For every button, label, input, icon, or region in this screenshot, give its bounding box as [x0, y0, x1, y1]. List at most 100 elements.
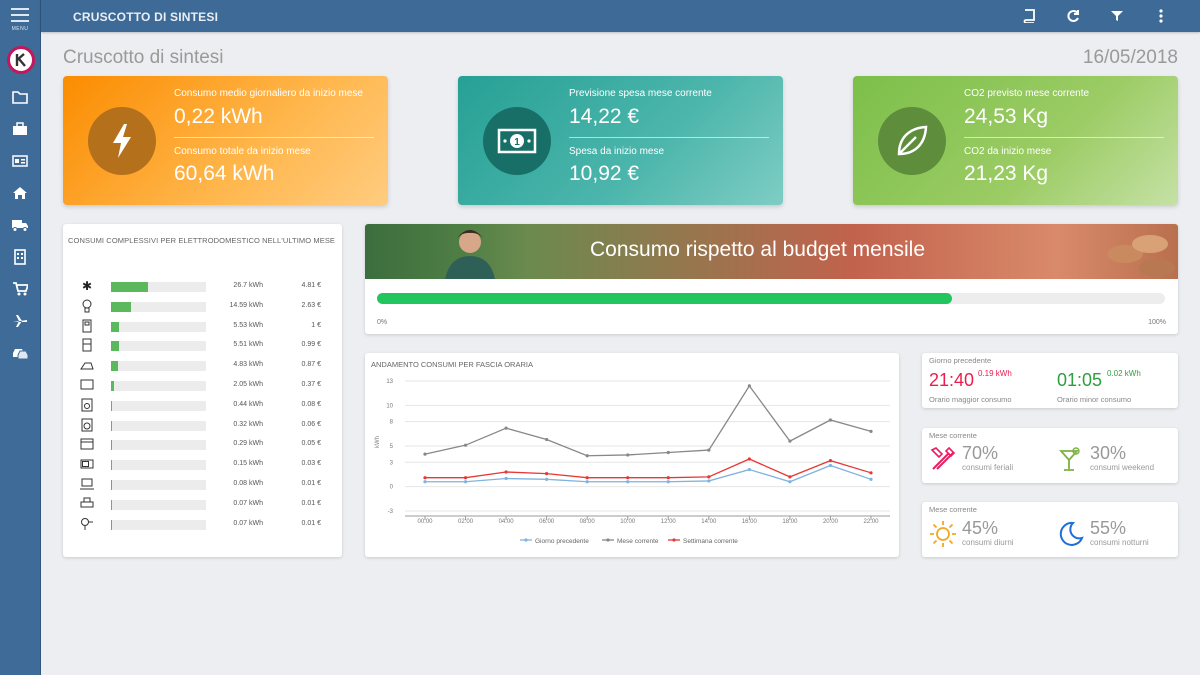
legend-label: Mese corrente [617, 538, 659, 545]
y-tick-label: 13 [386, 379, 393, 385]
building-icon[interactable] [10, 248, 30, 266]
consumption-kwh: 0.29 kWh [233, 440, 263, 448]
brand-logo[interactable] [7, 46, 35, 74]
kpi-label: CO2 previsto mese corrente [964, 88, 1090, 99]
previous-day-card: Giorno precedente 21:40 0.19 kWh Orario … [922, 353, 1178, 408]
data-point [828, 418, 833, 422]
page-date: 16/05/2018 [1082, 47, 1178, 68]
budget-title: Consumo rispetto al budget mensile [590, 238, 926, 261]
refresh-icon[interactable] [1065, 8, 1081, 24]
y-tick-label: 8 [390, 420, 394, 426]
appliance-row: 5.51 kWh 0.99 € [63, 338, 341, 354]
sidebar: MENU [0, 0, 41, 675]
consumption-bar-fill [111, 480, 113, 490]
cart-icon[interactable] [10, 280, 30, 298]
consumption-kwh: 0.44 kWh [233, 400, 263, 408]
legend-label: Settimana corrente [683, 538, 738, 545]
consumption-cost: 0.01 € [301, 499, 321, 507]
consumption-bar [111, 341, 206, 352]
x-tick-label: 08:00 [580, 519, 596, 525]
id-card-icon[interactable] [10, 152, 30, 170]
appliance-row: 0.07 kWh 0.01 € [63, 497, 341, 513]
data-point [585, 480, 589, 484]
consumption-kwh: 4.83 kWh [233, 361, 263, 369]
appliance-row: 14.59 kWh 2.63 € [63, 299, 341, 315]
appliance-row: 0.32 kWh 0.06 € [63, 418, 341, 434]
oven-icon [80, 437, 94, 451]
appliance-row: 0.08 kWh 0.01 € [63, 477, 341, 493]
tv-icon [80, 378, 94, 392]
banknote-icon: 1 [483, 107, 551, 175]
y-tick-label: 0 [390, 485, 394, 491]
home-icon[interactable] [10, 184, 30, 202]
card-header: Mese corrente [929, 505, 977, 514]
y-tick-label: 5 [390, 444, 394, 450]
consumption-bar-fill [111, 400, 113, 411]
filter-icon[interactable] [1109, 8, 1125, 24]
appliance-row: 4.83 kWh 0.87 € [63, 358, 341, 374]
x-tick-label: 20:00 [823, 519, 839, 525]
moon-icon [1059, 521, 1084, 546]
kpi-label: Spesa da inizio mese [569, 146, 665, 157]
cars-icon[interactable] [10, 344, 30, 362]
budget-progress-bar [377, 293, 1165, 304]
data-point [626, 476, 630, 480]
consumption-cost: 0.06 € [301, 420, 321, 428]
consumption-bar [111, 460, 206, 471]
data-point [666, 480, 670, 484]
data-point [666, 450, 670, 455]
data-point [666, 476, 670, 480]
day-percent: 45% [962, 518, 999, 538]
data-point [626, 453, 630, 457]
consumption-bar [111, 519, 206, 530]
data-point [869, 471, 873, 475]
briefcase-icon[interactable] [10, 120, 30, 138]
data-point [707, 475, 711, 479]
tools-icon [930, 446, 956, 470]
x-tick-label: 10:00 [620, 519, 636, 525]
weekend-percent: 30% [1090, 443, 1127, 463]
consumption-kwh: 14.59 kWh [229, 301, 263, 309]
page-title: Cruscotto di sintesi [63, 47, 224, 68]
weekday-weekend-card: Mese corrente 70% consumi feriali 30% co… [922, 428, 1178, 483]
y-axis-label: kWh [375, 436, 381, 448]
y-tick-label: 3 [390, 460, 394, 466]
coffee-machine-icon [80, 398, 94, 412]
coins-photo [1107, 235, 1175, 277]
airplane-icon[interactable] [10, 312, 30, 330]
asterisk-icon: ✱ [80, 279, 94, 293]
menu-button[interactable]: MENU [7, 8, 33, 32]
book-icon[interactable] [1021, 8, 1037, 24]
data-point [585, 476, 589, 480]
folder-icon[interactable] [10, 88, 30, 106]
printer-icon [80, 497, 94, 511]
app-title: CRUSCOTTO DI SINTESI [73, 10, 219, 24]
consumption-cost: 0.01 € [301, 519, 321, 527]
consumption-kwh: 0.07 kWh [233, 499, 263, 507]
day-night-card: Mese corrente 45% consumi diurni 55% con… [922, 502, 1178, 557]
min-consumption-time: 01:05 [1057, 370, 1103, 390]
x-tick-label: 14:00 [701, 519, 717, 525]
consumption-bar-fill [111, 282, 149, 292]
divider [964, 137, 1164, 138]
kpi-label: CO2 da inizio mese [964, 146, 1052, 157]
data-point [423, 480, 427, 484]
max-consumption-value: 0.19 kWh [978, 369, 1012, 378]
appliance-row: 5.53 kWh 1 € [63, 319, 341, 335]
top-bar: CRUSCOTTO DI SINTESI [41, 0, 1200, 32]
menu-label: MENU [11, 26, 29, 32]
x-tick-label: 18:00 [782, 519, 798, 525]
kpi-card-co2: CO2 previsto mese corrente 24,53 Kg CO2 … [853, 76, 1178, 205]
consumption-kwh: 0.15 kWh [233, 460, 263, 468]
more-vert-icon[interactable] [1153, 8, 1169, 24]
data-point [585, 454, 589, 458]
series-line [424, 384, 872, 457]
truck-icon[interactable] [10, 216, 30, 234]
washer-icon [80, 418, 94, 432]
x-tick-label: 02:00 [458, 519, 474, 525]
legend-marker [524, 538, 528, 542]
consumption-bar-fill [111, 519, 113, 530]
hamburger-line [11, 20, 29, 22]
consumption-bar-fill [111, 440, 113, 451]
data-point [463, 443, 468, 447]
